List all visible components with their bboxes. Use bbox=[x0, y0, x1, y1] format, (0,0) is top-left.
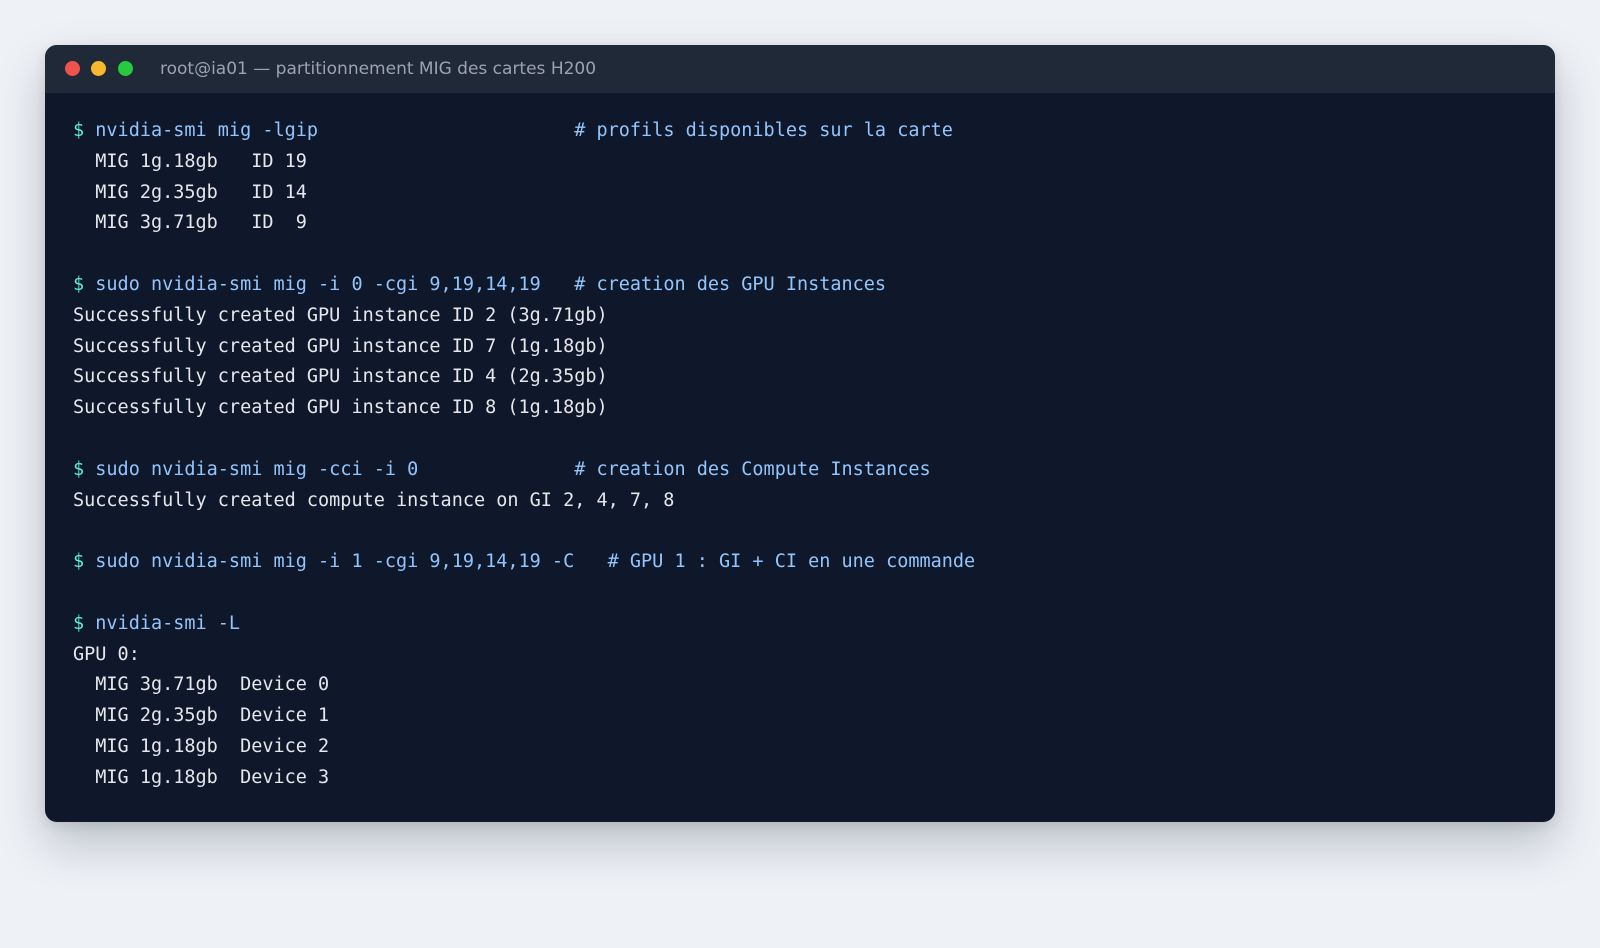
output-line: MIG 2g.35gb ID 14 bbox=[73, 178, 975, 209]
output-line: MIG 1g.18gb Device 2 bbox=[73, 732, 975, 763]
command-line: $ sudo nvidia-smi mig -cci -i 0 # creati… bbox=[73, 455, 975, 486]
prompt-symbol: $ bbox=[73, 458, 96, 480]
title-bar[interactable]: root@ia01 — partitionnement MIG des cart… bbox=[45, 45, 1555, 93]
output-line: Successfully created GPU instance ID 4 (… bbox=[73, 362, 975, 393]
terminal-output[interactable]: $ nvidia-smi mig -lgip # profils disponi… bbox=[73, 116, 975, 794]
command-text: sudo nvidia-smi mig -i 1 -cgi 9,19,14,19… bbox=[95, 551, 976, 573]
output-line: MIG 3g.71gb Device 0 bbox=[73, 670, 975, 701]
window-title: root@ia01 — partitionnement MIG des cart… bbox=[160, 59, 597, 79]
output-line: MIG 2g.35gb Device 1 bbox=[73, 701, 975, 732]
output-text: Successfully created GPU instance ID 4 (… bbox=[73, 366, 608, 388]
command-text: sudo nvidia-smi mig -cci -i 0 # creation… bbox=[95, 458, 931, 480]
command-text: nvidia-smi -L bbox=[95, 612, 241, 634]
maximize-button[interactable] bbox=[118, 61, 133, 76]
terminal-window: root@ia01 — partitionnement MIG des cart… bbox=[45, 45, 1555, 822]
output-text: Successfully created compute instance on… bbox=[73, 489, 675, 511]
output-text: MIG 2g.35gb Device 1 bbox=[73, 705, 330, 727]
output-line: MIG 1g.18gb ID 19 bbox=[73, 147, 975, 178]
output-line: Successfully created GPU instance ID 8 (… bbox=[73, 393, 975, 424]
output-text: Successfully created GPU instance ID 2 (… bbox=[73, 304, 608, 326]
command-line: $ nvidia-smi mig -lgip # profils disponi… bbox=[73, 116, 975, 147]
output-line: MIG 3g.71gb ID 9 bbox=[73, 208, 975, 239]
output-text: GPU 0: bbox=[73, 643, 140, 665]
output-line: MIG 1g.18gb Device 3 bbox=[73, 763, 975, 794]
output-text: MIG 3g.71gb ID 9 bbox=[73, 212, 307, 234]
close-button[interactable] bbox=[65, 61, 80, 76]
output-text: Successfully created GPU instance ID 7 (… bbox=[73, 335, 608, 357]
prompt-symbol: $ bbox=[73, 551, 96, 573]
output-text: MIG 1g.18gb Device 2 bbox=[73, 735, 330, 757]
prompt-symbol: $ bbox=[73, 120, 96, 141]
prompt-symbol: $ bbox=[73, 273, 96, 295]
output-text: MIG 1g.18gb ID 19 bbox=[73, 150, 307, 172]
command-line: $ sudo nvidia-smi mig -i 0 -cgi 9,19,14,… bbox=[73, 270, 975, 301]
command-text: nvidia-smi mig -lgip # profils disponibl… bbox=[95, 120, 953, 141]
output-text: Successfully created GPU instance ID 8 (… bbox=[73, 397, 608, 419]
command-line: $ sudo nvidia-smi mig -i 1 -cgi 9,19,14,… bbox=[73, 547, 975, 578]
output-text: MIG 3g.71gb Device 0 bbox=[73, 674, 330, 696]
output-text: MIG 2g.35gb ID 14 bbox=[73, 181, 307, 203]
output-line: Successfully created GPU instance ID 7 (… bbox=[73, 332, 975, 363]
output-line: GPU 0: bbox=[73, 640, 975, 671]
command-line: $ nvidia-smi -L bbox=[73, 609, 975, 640]
command-text: sudo nvidia-smi mig -i 0 -cgi 9,19,14,19… bbox=[95, 273, 887, 295]
minimize-button[interactable] bbox=[91, 61, 106, 76]
output-text: MIG 1g.18gb Device 3 bbox=[73, 766, 330, 788]
output-line: Successfully created GPU instance ID 2 (… bbox=[73, 301, 975, 332]
prompt-symbol: $ bbox=[73, 612, 96, 634]
output-line: Successfully created compute instance on… bbox=[73, 486, 975, 517]
